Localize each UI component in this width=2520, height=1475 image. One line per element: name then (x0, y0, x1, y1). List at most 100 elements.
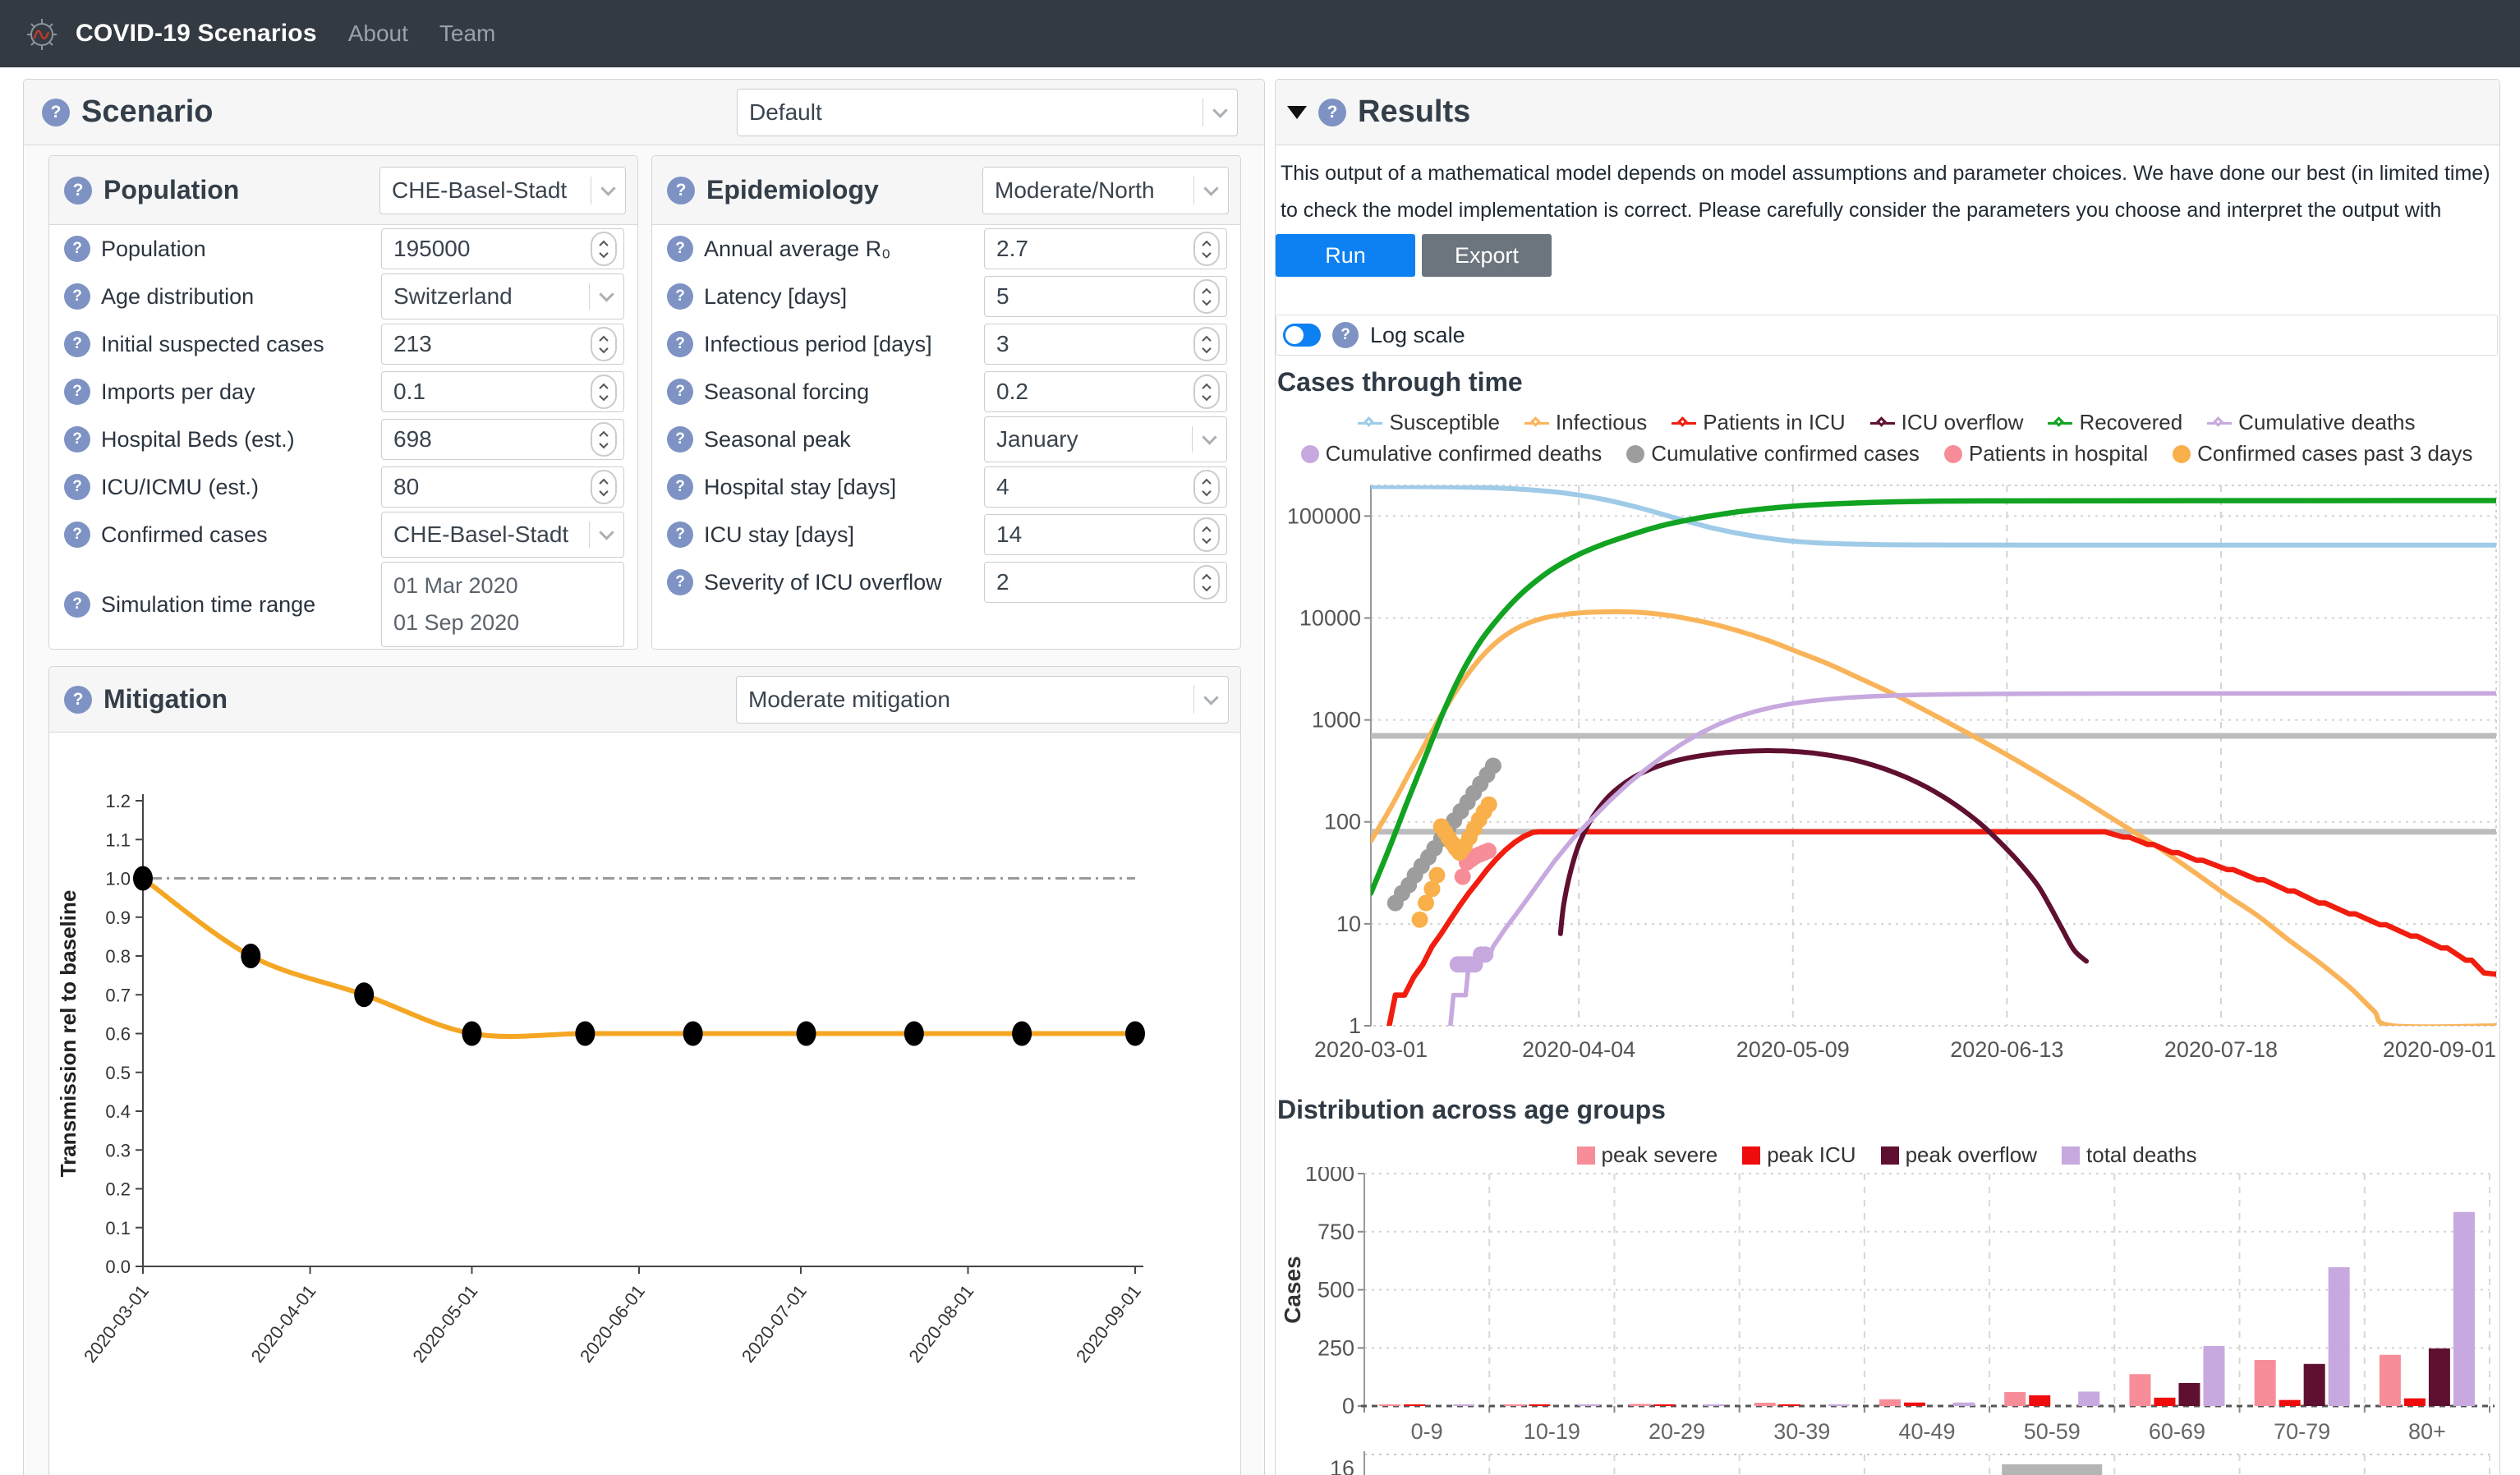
hospital-stay-days-input[interactable]: 4 (984, 466, 1227, 508)
simulation-time-range-input[interactable]: 01 Mar 202001 Sep 2020 (381, 562, 624, 647)
help-icon[interactable]: ? (1332, 322, 1359, 348)
population-input[interactable]: 195000 (381, 228, 624, 269)
legend-item-cumulative-deaths[interactable]: Cumulative deaths (2207, 410, 2415, 435)
legend-item-icu-overflow[interactable]: ICU overflow (1870, 410, 2024, 435)
help-icon[interactable]: ? (667, 426, 693, 453)
stepper-icon[interactable] (591, 374, 617, 409)
population-header: ? Population CHE-Basel-Stadt (49, 156, 637, 225)
imports-per-day-input[interactable]: 0.1 (381, 371, 624, 412)
field-value: 4 (996, 474, 1193, 500)
help-icon[interactable]: ? (667, 474, 693, 500)
mitigation-chart[interactable]: 0.00.10.20.30.40.50.60.70.80.91.01.11.22… (49, 765, 1242, 1398)
legend-label: Patients in hospital (1969, 441, 2148, 466)
run-button[interactable]: Run (1276, 234, 1415, 277)
help-icon[interactable]: ? (667, 569, 693, 595)
svg-text:2020-06-13: 2020-06-13 (1950, 1037, 2063, 1062)
legend-item-confirmed-cases-past-3-days[interactable]: Confirmed cases past 3 days (2173, 441, 2472, 466)
collapse-caret-icon[interactable] (1287, 106, 1307, 119)
help-icon[interactable]: ? (667, 522, 693, 548)
legend-item-peak-icu[interactable]: peak ICU (1742, 1142, 1856, 1168)
svg-text:500: 500 (1317, 1278, 1354, 1303)
help-icon[interactable]: ? (667, 283, 693, 310)
legend-item-patients-in-icu[interactable]: Patients in ICU (1672, 410, 1845, 435)
annual-average-r-input[interactable]: 2.7 (984, 228, 1227, 269)
help-icon[interactable]: ? (64, 283, 90, 310)
latency-days-input[interactable]: 5 (984, 276, 1227, 317)
help-icon[interactable]: ? (64, 591, 90, 618)
nav-link-team[interactable]: Team (439, 21, 495, 47)
field-row-initial-suspected-cases: ?Initial suspected cases213 (49, 320, 637, 368)
dot-marker-icon (1626, 445, 1644, 463)
stepper-icon[interactable] (591, 327, 617, 361)
stepper-icon[interactable] (1193, 279, 1220, 314)
svg-text:1000: 1000 (1312, 708, 1361, 733)
field-label: Severity of ICU overflow (704, 570, 984, 595)
stepper-icon[interactable] (1193, 517, 1220, 552)
app-logo-icon[interactable] (23, 15, 61, 53)
help-icon[interactable]: ? (64, 177, 92, 204)
svg-text:80+: 80+ (2408, 1419, 2446, 1443)
legend-item-peak-overflow[interactable]: peak overflow (1881, 1142, 2037, 1168)
help-icon[interactable]: ? (64, 426, 90, 453)
dot-marker-icon (1301, 445, 1319, 463)
field-label: ICU/ICMU (est.) (101, 475, 381, 500)
population-preset-select[interactable]: CHE-Basel-Stadt (379, 167, 626, 214)
age-distribution-select[interactable]: Switzerland (381, 273, 624, 319)
help-icon[interactable]: ? (64, 522, 90, 548)
help-icon[interactable]: ? (64, 236, 90, 262)
initial-suspected-cases-input[interactable]: 213 (381, 324, 624, 365)
stepper-icon[interactable] (1193, 565, 1220, 600)
legend-item-patients-in-hospital[interactable]: Patients in hospital (1944, 441, 2148, 466)
stepper-icon[interactable] (1193, 232, 1220, 266)
legend-item-peak-severe[interactable]: peak severe (1577, 1142, 1718, 1168)
export-button[interactable]: Export (1422, 234, 1552, 277)
icu-icmu-est-input[interactable]: 80 (381, 466, 624, 508)
seasonal-peak-select[interactable]: January (984, 416, 1227, 462)
confirmed-cases-select[interactable]: CHE-Basel-Stadt (381, 512, 624, 558)
field-row-severity-of-icu-overflow: ? Severity of ICU overflow2 (652, 558, 1240, 606)
help-icon[interactable]: ? (1318, 99, 1346, 126)
severity-of-icu-overflow-input[interactable]: 2 (984, 562, 1227, 603)
seasonal-forcing-input[interactable]: 0.2 (984, 371, 1227, 412)
stepper-icon[interactable] (1193, 327, 1220, 361)
legend-item-cumulative-confirmed-deaths[interactable]: Cumulative confirmed deaths (1301, 441, 1603, 466)
stepper-icon[interactable] (591, 422, 617, 457)
legend-item-infectious[interactable]: Infectious (1524, 410, 1647, 435)
legend-item-recovered[interactable]: Recovered (2048, 410, 2182, 435)
help-icon[interactable]: ? (667, 177, 695, 204)
ages-legend: peak severe peak ICU peak overflow total de… (1276, 1142, 2498, 1168)
stepper-icon[interactable] (1193, 374, 1220, 409)
stepper-icon[interactable] (591, 232, 617, 266)
help-icon[interactable]: ? (667, 236, 693, 262)
help-icon[interactable]: ? (64, 331, 90, 357)
stepper-icon[interactable] (591, 470, 617, 504)
nav-link-about[interactable]: About (348, 21, 408, 47)
scenario-header: ? Scenario Default (24, 80, 1264, 145)
help-icon[interactable]: ? (64, 379, 90, 405)
legend-item-susceptible[interactable]: Susceptible (1358, 410, 1499, 435)
field-value: Switzerland (393, 283, 582, 310)
infectious-period-days-input[interactable]: 3 (984, 324, 1227, 365)
field-row-age-distribution: ?Age distributionSwitzerland (49, 273, 637, 320)
log-scale-toggle[interactable] (1283, 324, 1321, 347)
chevron-down-icon (1203, 181, 1218, 195)
field-label: Population (101, 237, 381, 262)
legend-label: Susceptible (1389, 410, 1499, 435)
svg-text:2020-08-01: 2020-08-01 (904, 1281, 977, 1367)
help-icon[interactable]: ? (667, 379, 693, 405)
help-icon[interactable]: ? (667, 331, 693, 357)
icu-stay-days-input[interactable]: 14 (984, 514, 1227, 555)
legend-item-total-deaths[interactable]: total deaths (2062, 1142, 2196, 1168)
epidemiology-preset-select[interactable]: Moderate/North (982, 167, 1229, 214)
dot-marker-icon (1944, 445, 1962, 463)
chevron-down-icon (1202, 430, 1216, 444)
legend-item-cumulative-confirmed-cases[interactable]: Cumulative confirmed cases (1626, 441, 1920, 466)
mitigation-preset-select[interactable]: Moderate mitigation (736, 676, 1229, 724)
hospital-beds-est-input[interactable]: 698 (381, 419, 624, 460)
app-title: COVID-19 Scenarios (76, 20, 317, 48)
help-icon[interactable]: ? (64, 686, 92, 714)
help-icon[interactable]: ? (42, 99, 70, 126)
scenario-preset-select[interactable]: Default (737, 89, 1238, 136)
help-icon[interactable]: ? (64, 474, 90, 500)
stepper-icon[interactable] (1193, 470, 1220, 504)
